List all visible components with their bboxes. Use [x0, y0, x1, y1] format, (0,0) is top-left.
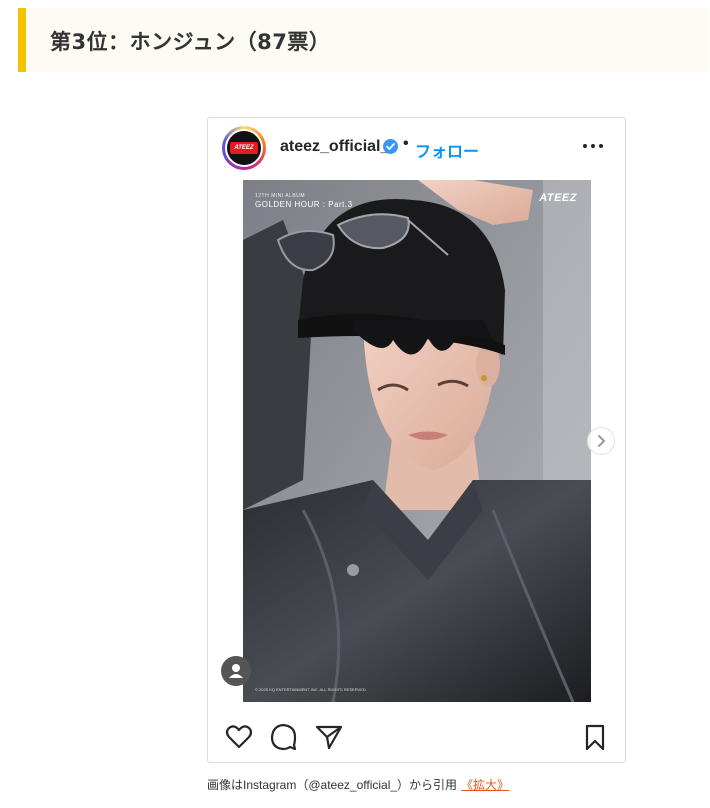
- share-icon[interactable]: [314, 722, 344, 752]
- verified-badge-icon: [383, 139, 398, 154]
- caption-text: 画像はInstagram（@ateez_official_）から引用: [207, 778, 458, 792]
- photo-brand-logo: ATEEZ: [539, 192, 577, 204]
- album-title: GOLDEN HOUR : Part.3: [255, 200, 353, 209]
- post-header: ATEEZ ateez_official_ • フォロー: [208, 118, 625, 178]
- post-username[interactable]: ateez_official_: [280, 138, 389, 156]
- heading-title: 第3位：ホンジュン（87票）: [50, 30, 331, 54]
- separator-dot: •: [403, 135, 409, 152]
- photo-illustration: [243, 180, 591, 702]
- avatar-image: ATEEZ: [225, 129, 263, 167]
- heading-accent-bar: [18, 8, 26, 72]
- album-subtitle: 12TH MINI ALBUM: [255, 193, 306, 199]
- more-options-icon[interactable]: [581, 138, 605, 154]
- next-arrow-icon[interactable]: [587, 427, 615, 455]
- post-photo[interactable]: 12TH MINI ALBUM GOLDEN HOUR : Part.3 ATE…: [243, 180, 591, 702]
- post-actions: [208, 718, 625, 758]
- instagram-embed: ATEEZ ateez_official_ • フォロー 12TH MINI A…: [207, 117, 626, 763]
- enlarge-link[interactable]: 《拡大》: [461, 778, 509, 792]
- follow-button[interactable]: フォロー: [415, 138, 479, 162]
- heart-icon[interactable]: [224, 722, 254, 752]
- comment-icon[interactable]: [269, 722, 299, 752]
- avatar[interactable]: ATEEZ: [222, 126, 266, 170]
- image-caption: 画像はInstagram（@ateez_official_）から引用 《拡大》: [207, 776, 509, 793]
- avatar-logo: ATEEZ: [230, 142, 258, 154]
- section-heading: 第3位：ホンジュン（87票）: [18, 8, 709, 72]
- bookmark-icon[interactable]: [580, 722, 610, 752]
- photo-copyright: © 2025 KQ ENTERTAINMENT INC. ALL RIGHTS …: [255, 687, 367, 692]
- user-tag-icon[interactable]: [221, 656, 251, 686]
